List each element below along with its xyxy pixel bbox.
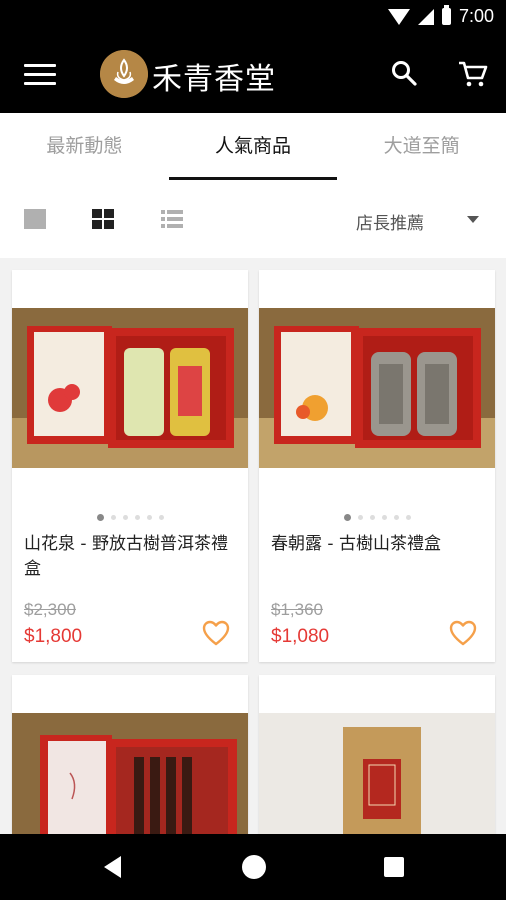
- image-pager-dots: [259, 514, 495, 521]
- wifi-icon: [387, 8, 410, 25]
- product-image[interactable]: [12, 308, 248, 468]
- sale-price: $1,080: [271, 626, 330, 647]
- brand-logo: [100, 50, 148, 98]
- grid-view-icon[interactable]: [92, 209, 114, 229]
- app-bar: 禾青香堂: [0, 36, 506, 113]
- original-price: $2,300: [24, 600, 76, 619]
- home-icon[interactable]: [242, 855, 266, 879]
- product-name[interactable]: 山花泉 - 野放古樹普洱茶禮盒: [24, 532, 238, 582]
- tab-bar: 最新動態 人氣商品 大道至簡: [0, 113, 506, 180]
- list-view-icon[interactable]: [161, 209, 183, 229]
- sort-dropdown[interactable]: 店長推薦: [356, 209, 424, 234]
- status-icons: 7:00: [387, 5, 494, 27]
- view-toolbar: 店長推薦: [0, 180, 506, 258]
- signal-icon: [417, 8, 434, 25]
- tab-latest-news[interactable]: 最新動態: [0, 113, 169, 180]
- dropdown-caret-icon[interactable]: [467, 216, 479, 223]
- menu-icon[interactable]: [24, 64, 56, 86]
- recent-apps-icon[interactable]: [384, 857, 404, 877]
- tab-popular-products[interactable]: 人氣商品: [168, 113, 338, 180]
- back-icon[interactable]: [104, 856, 121, 878]
- heart-icon[interactable]: [449, 620, 477, 646]
- heart-icon[interactable]: [202, 620, 230, 646]
- status-bar: 7:00: [0, 0, 506, 36]
- cart-icon[interactable]: [458, 60, 488, 88]
- image-pager-dots: [12, 514, 248, 521]
- original-price: $1,360: [271, 600, 323, 619]
- tab-simplicity[interactable]: 大道至簡: [337, 113, 506, 180]
- product-name[interactable]: 春朝露 - 古樹山茶禮盒: [271, 532, 485, 557]
- battery-icon: [441, 5, 451, 25]
- product-card[interactable]: 山花泉 - 野放古樹普洱茶禮盒 $2,300 $1,800: [12, 270, 248, 662]
- status-time: 7:00: [458, 6, 494, 26]
- system-nav-bar: [0, 834, 506, 900]
- product-card[interactable]: 春朝露 - 古樹山茶禮盒 $1,360 $1,080: [259, 270, 495, 662]
- sale-price: $1,800: [24, 626, 83, 647]
- product-image[interactable]: [259, 308, 495, 468]
- search-icon[interactable]: [391, 60, 417, 86]
- single-view-icon[interactable]: [24, 209, 46, 229]
- brand-title: 禾青香堂: [152, 62, 276, 97]
